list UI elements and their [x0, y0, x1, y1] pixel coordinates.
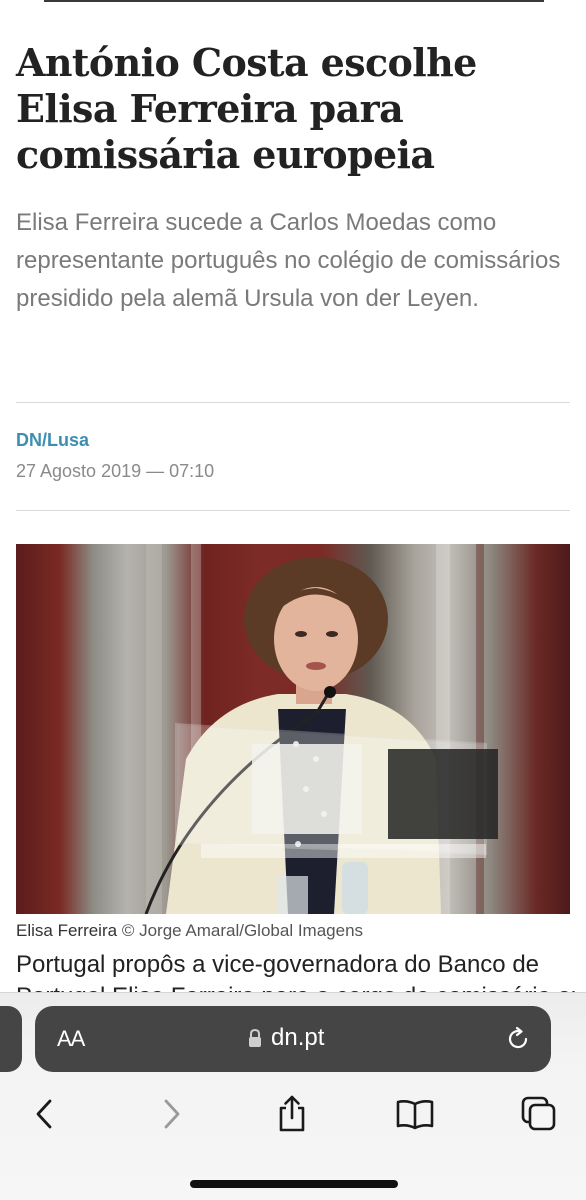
article-lead: Elisa Ferreira sucede a Carlos Moedas co…	[16, 209, 561, 312]
photo-caption: Elisa Ferreira © Jorge Amaral/Global Ima…	[16, 921, 363, 941]
share-icon	[279, 1095, 305, 1132]
caption-name: Elisa Ferreira	[16, 921, 118, 940]
url-display[interactable]: dn.pt	[247, 1024, 324, 1052]
previous-content-strip	[44, 0, 544, 2]
article-photo	[16, 544, 570, 914]
chevron-right-icon	[164, 1099, 180, 1129]
browser-toolbar	[0, 1086, 586, 1142]
chevron-left-icon	[36, 1099, 52, 1129]
book-icon	[396, 1100, 434, 1130]
article-headline: António Costa escolhe Elisa Ferreira par…	[16, 40, 477, 177]
publish-date: 27 Agosto 2019 — 07:10	[16, 461, 215, 481]
author-link[interactable]: DN/Lusa	[16, 430, 89, 451]
divider	[16, 402, 570, 403]
forward-button[interactable]	[150, 1092, 194, 1136]
previous-tab-address-bar[interactable]	[0, 1006, 22, 1072]
reload-icon[interactable]	[503, 1024, 533, 1054]
tabs-icon	[521, 1096, 556, 1131]
bookmarks-button[interactable]	[393, 1092, 437, 1136]
address-bar[interactable]: AA dn.pt	[35, 1006, 551, 1072]
lock-icon	[249, 1028, 261, 1047]
caption-credit: © Jorge Amaral/Global Imagens	[121, 921, 364, 940]
back-button[interactable]	[22, 1092, 66, 1136]
divider	[16, 510, 570, 511]
text-size-button[interactable]: AA	[57, 1026, 85, 1052]
text-size-button-label: AA	[57, 1026, 85, 1051]
article-body-line: Portugal propôs a vice-governadora do Ba…	[16, 951, 540, 978]
share-button[interactable]	[270, 1092, 314, 1136]
url-text: dn.pt	[271, 1024, 325, 1051]
home-indicator[interactable]	[190, 1180, 398, 1188]
tabs-button[interactable]	[517, 1092, 561, 1136]
